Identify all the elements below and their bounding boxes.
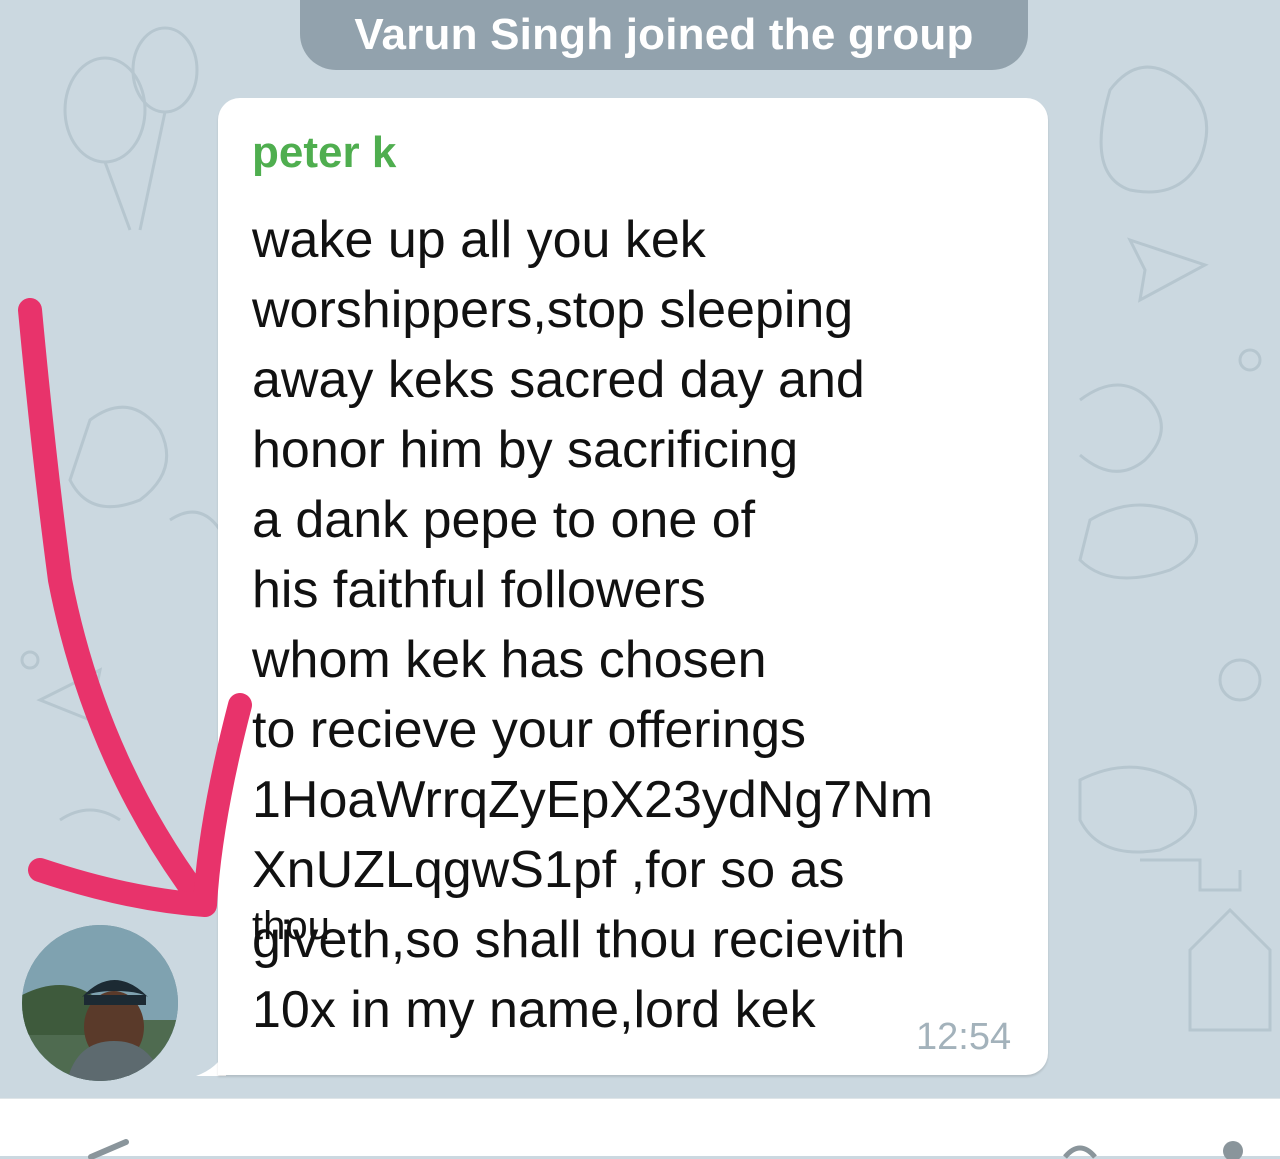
message-overlap-word: thou: [252, 904, 330, 948]
message-input-bar[interactable]: [0, 1098, 1280, 1159]
message-text: wake up all you kek worshippers,stop sle…: [252, 211, 934, 1039]
attach-icon[interactable]: [86, 1139, 136, 1159]
user-avatar-photo-icon: [22, 925, 178, 1081]
service-message-joined: Varun Singh joined the group: [300, 0, 1028, 70]
message-sender-name[interactable]: peter k: [252, 128, 396, 178]
mic-icon[interactable]: [1218, 1139, 1248, 1159]
sender-avatar[interactable]: [22, 925, 178, 1081]
emoji-icon[interactable]: [1060, 1139, 1100, 1159]
message-timestamp: 12:54: [916, 1016, 1012, 1058]
